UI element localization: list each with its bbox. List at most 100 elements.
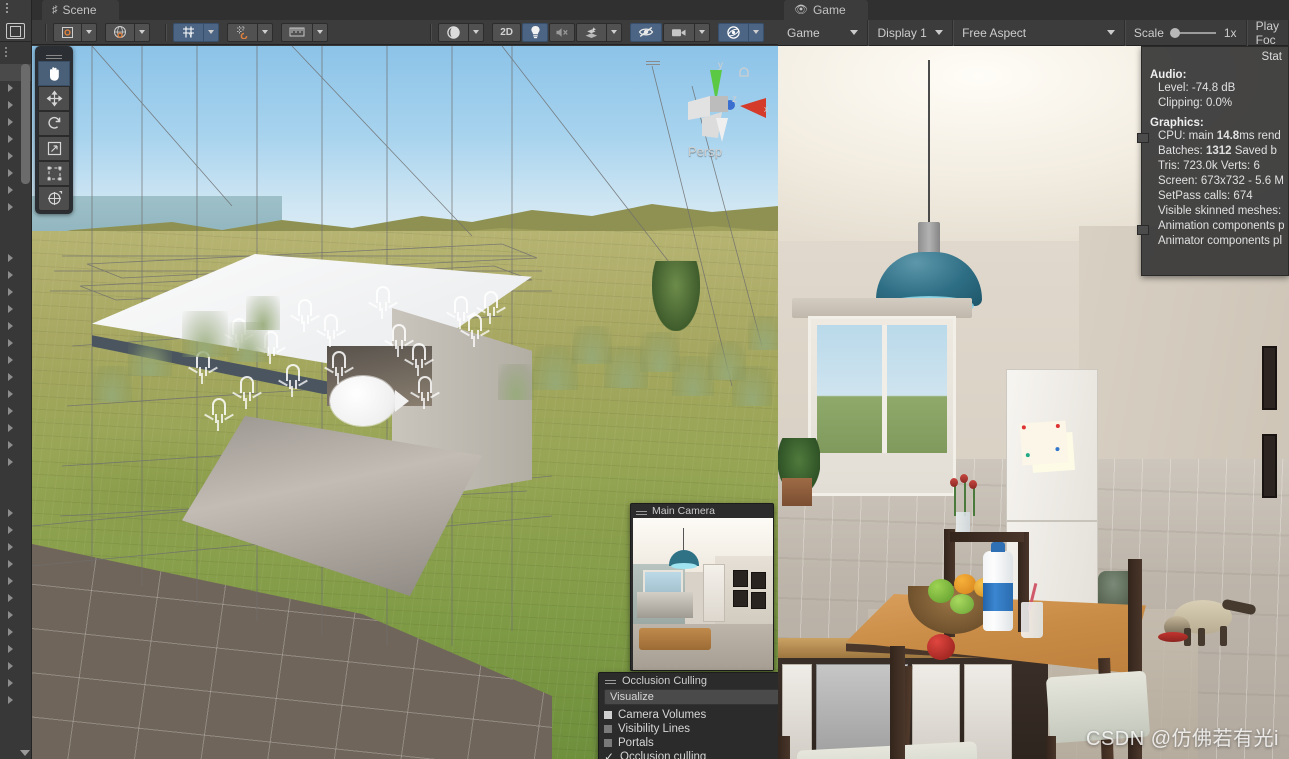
light-gizmo[interactable]: [324, 351, 354, 385]
hierarchy-search-row[interactable]: [0, 42, 31, 96]
scene-fx-button[interactable]: [576, 22, 607, 42]
scene-camera-button[interactable]: [663, 22, 695, 42]
foldout-arrow-icon[interactable]: [8, 509, 13, 517]
scale-slider[interactable]: Scale 1x: [1125, 19, 1247, 46]
foldout-arrow-icon[interactable]: [8, 373, 13, 381]
foldout-arrow-icon[interactable]: [8, 424, 13, 432]
hierarchy-row[interactable]: [0, 438, 31, 455]
foldout-arrow-icon[interactable]: [8, 543, 13, 551]
foldout-arrow-icon[interactable]: [8, 390, 13, 398]
hierarchy-row[interactable]: [0, 659, 31, 676]
hierarchy-row[interactable]: [0, 336, 31, 353]
scene-viewport[interactable]: y z x Persp Main Camera Occlusion Cullin…: [32, 46, 778, 759]
occlusion-options-list[interactable]: Camera Volumes Visibility Lines Portals ✓ Oc…: [599, 708, 778, 759]
scene-visibility-button[interactable]: [630, 22, 662, 42]
light-gizmo[interactable]: [290, 299, 320, 333]
snap-increment-group[interactable]: [227, 22, 273, 42]
hierarchy-row[interactable]: [0, 387, 31, 404]
foldout-arrow-icon[interactable]: [8, 254, 13, 262]
hierarchy-row[interactable]: [0, 540, 31, 557]
checkbox-icon[interactable]: [604, 711, 612, 719]
foldout-arrow-icon[interactable]: [8, 526, 13, 534]
occlusion-option-row[interactable]: Camera Volumes: [599, 708, 778, 722]
hierarchy-row[interactable]: [0, 251, 31, 268]
toggle-2d-button[interactable]: 2D: [492, 22, 521, 42]
foldout-arrow-icon[interactable]: [8, 679, 13, 687]
handle-space-group[interactable]: [105, 22, 150, 42]
occlusion-option-row[interactable]: ✓ Occlusion culling: [599, 750, 778, 759]
ruler-button[interactable]: [281, 22, 313, 42]
foldout-arrow-icon[interactable]: [8, 152, 13, 160]
draw-mode-dropdown[interactable]: [469, 22, 485, 42]
hierarchy-row[interactable]: [0, 608, 31, 625]
foldout-arrow-icon[interactable]: [8, 577, 13, 585]
hierarchy-scrollbar[interactable]: [21, 64, 30, 184]
foldout-arrow-icon[interactable]: [8, 186, 13, 194]
scale-slider-track[interactable]: [1169, 27, 1216, 38]
foldout-arrow-icon[interactable]: [8, 118, 13, 126]
scale-tool-button[interactable]: [38, 136, 70, 161]
light-gizmo[interactable]: [410, 376, 440, 410]
foldout-arrow-icon[interactable]: [8, 645, 13, 653]
scene-camera-dropdown[interactable]: [695, 22, 710, 42]
pivot-mode-button[interactable]: [53, 22, 82, 42]
tab-scene[interactable]: ♯ Scene: [42, 0, 119, 20]
hierarchy-row[interactable]: [0, 506, 31, 523]
grid-axis-button[interactable]: Y: [173, 22, 204, 42]
hierarchy-row[interactable]: [0, 302, 31, 319]
hierarchy-row[interactable]: [0, 421, 31, 438]
hierarchy-row[interactable]: [0, 472, 31, 489]
scale-slider-knob[interactable]: [1169, 27, 1180, 38]
foldout-arrow-icon[interactable]: [8, 169, 13, 177]
foldout-arrow-icon[interactable]: [8, 84, 13, 92]
scene-axis-gizmo[interactable]: y z x Persp: [646, 58, 769, 168]
light-gizmo[interactable]: [278, 364, 308, 398]
aspect-dropdown[interactable]: Free Aspect: [953, 19, 1125, 46]
scene-fx-group[interactable]: [576, 22, 622, 42]
window-layout-icon[interactable]: [6, 23, 25, 39]
handle-space-button[interactable]: [105, 22, 135, 42]
play-focused-button[interactable]: Play Foc: [1247, 19, 1289, 47]
hierarchy-row[interactable]: [0, 234, 31, 251]
view-tool-button[interactable]: [38, 61, 70, 86]
ruler-dropdown[interactable]: [313, 22, 328, 42]
game-target-dropdown[interactable]: Game: [778, 19, 869, 46]
foldout-arrow-icon[interactable]: [8, 696, 13, 704]
foldout-arrow-icon[interactable]: [8, 594, 13, 602]
light-gizmo[interactable]: [204, 398, 234, 432]
scene-camera-group[interactable]: [663, 22, 710, 42]
occlusion-mode-dropdown[interactable]: Visualize: [604, 689, 778, 705]
hierarchy-row[interactable]: [0, 319, 31, 336]
pivot-mode-group[interactable]: [53, 22, 97, 42]
scroll-down-arrow[interactable]: [20, 750, 30, 756]
draw-mode-button[interactable]: [438, 22, 470, 42]
occlusion-drag-handle[interactable]: [605, 680, 616, 681]
light-gizmo[interactable]: [368, 286, 398, 320]
hierarchy-row[interactable]: [0, 489, 31, 506]
gizmos-button[interactable]: [718, 22, 749, 42]
foldout-arrow-icon[interactable]: [8, 628, 13, 636]
checkbox-icon[interactable]: [604, 739, 612, 747]
hierarchy-row[interactable]: [0, 693, 31, 710]
checkbox-icon[interactable]: [604, 725, 612, 733]
occlusion-window-header[interactable]: Occlusion Culling: [599, 673, 778, 688]
check-icon[interactable]: ✓: [604, 750, 614, 759]
foldout-arrow-icon[interactable]: [8, 407, 13, 415]
foldout-arrow-icon[interactable]: [8, 560, 13, 568]
snap-increment-button[interactable]: [227, 22, 258, 42]
rotate-tool-button[interactable]: [38, 111, 70, 136]
hierarchy-options-icon[interactable]: [5, 47, 7, 59]
foldout-arrow-icon[interactable]: [8, 441, 13, 449]
foldout-arrow-icon[interactable]: [8, 458, 13, 466]
occlusion-option-row[interactable]: Visibility Lines: [599, 722, 778, 736]
hierarchy-row[interactable]: [0, 404, 31, 421]
hierarchy-row[interactable]: [0, 353, 31, 370]
foldout-arrow-icon[interactable]: [8, 271, 13, 279]
light-gizmo[interactable]: [476, 291, 506, 325]
hierarchy-row[interactable]: [0, 285, 31, 302]
hierarchy-row[interactable]: [0, 523, 31, 540]
gizmos-dropdown[interactable]: [749, 22, 764, 42]
hierarchy-panel[interactable]: [0, 0, 32, 759]
handle-space-dropdown[interactable]: [135, 22, 150, 42]
foldout-arrow-icon[interactable]: [8, 322, 13, 330]
